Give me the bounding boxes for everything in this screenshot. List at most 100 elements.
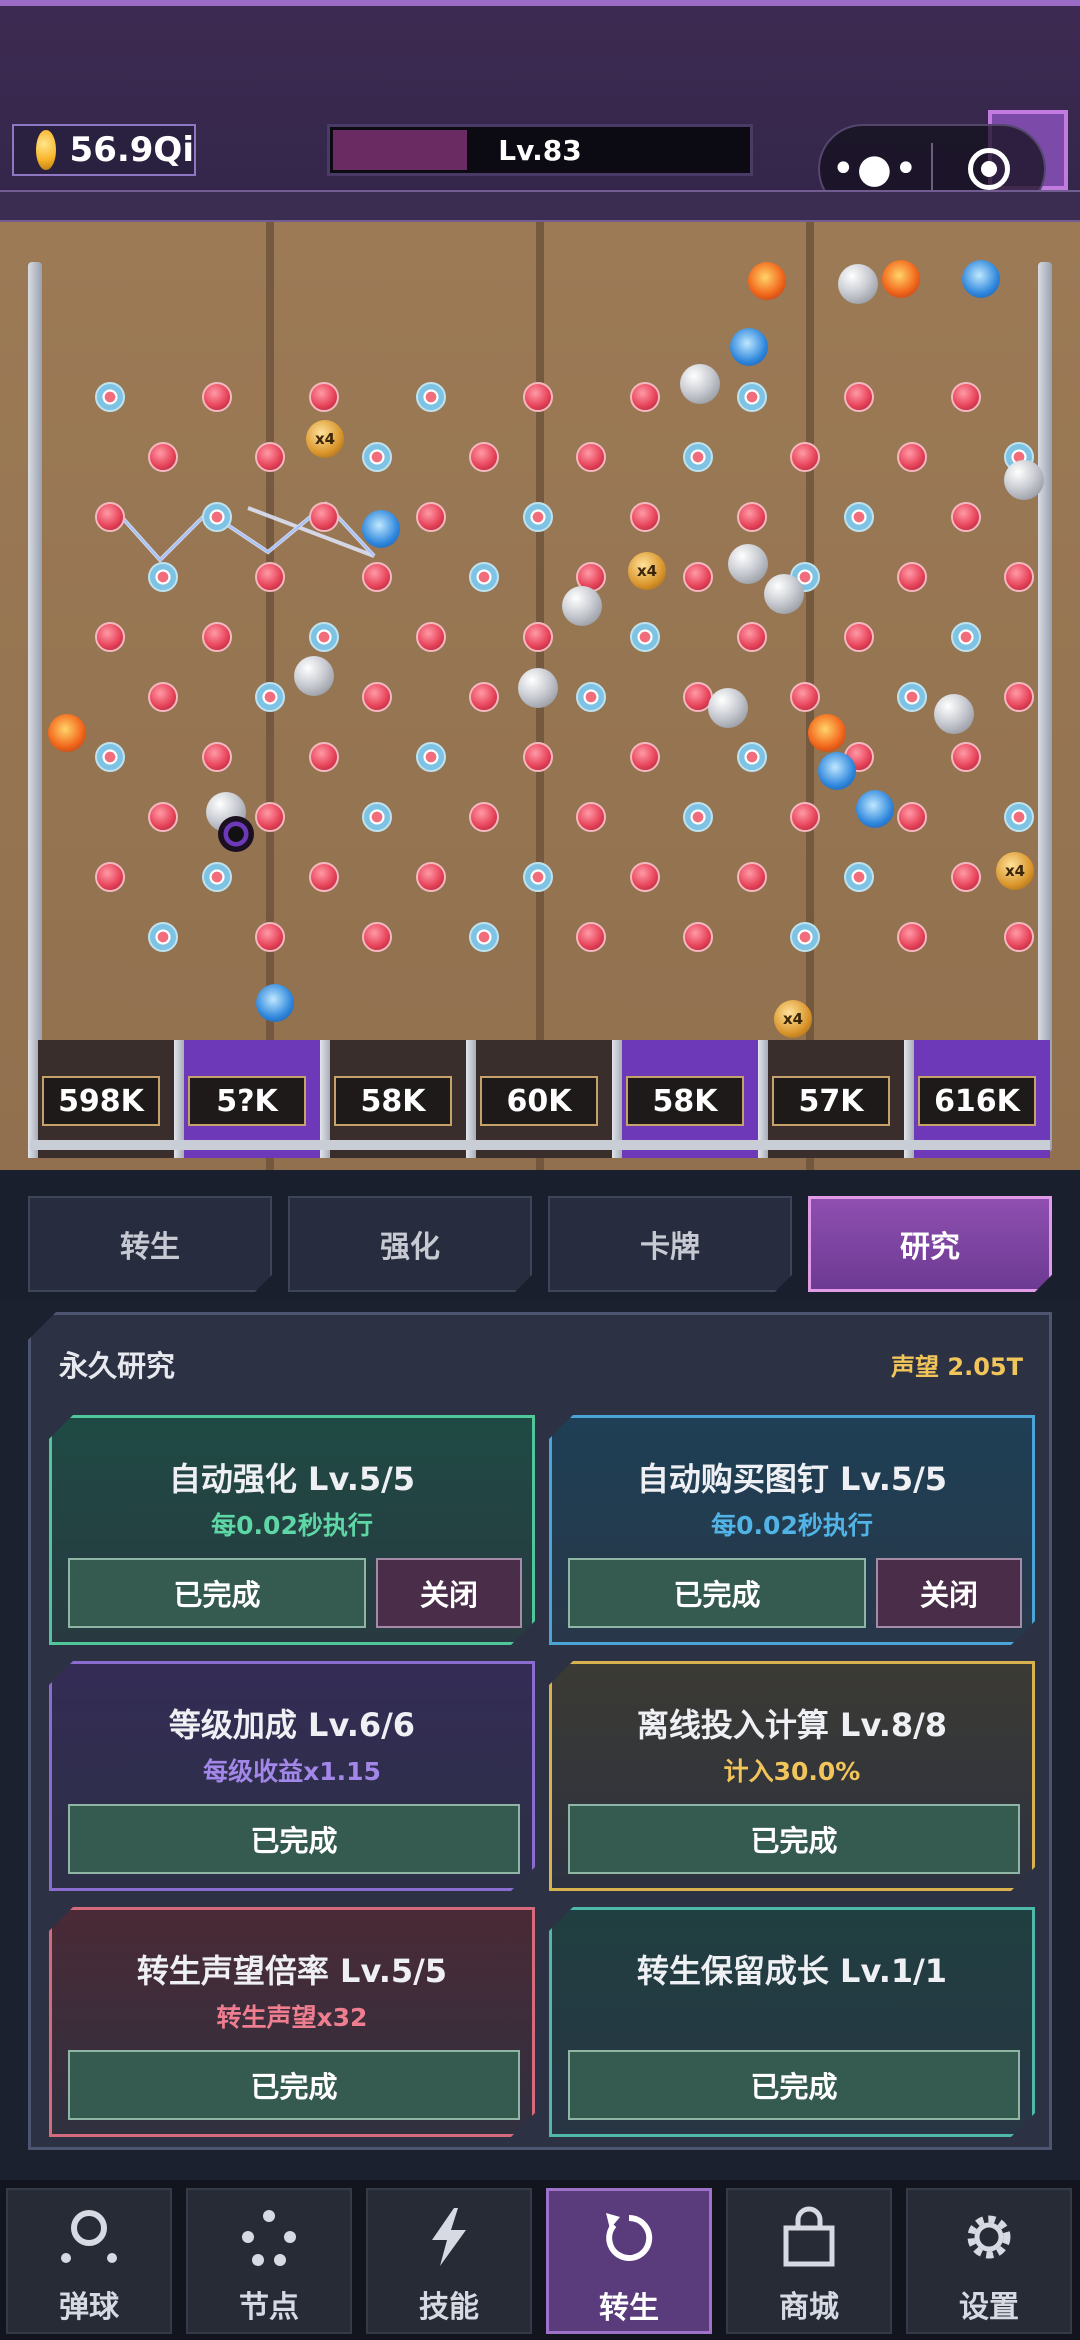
pinball-board[interactable]: x4 x4 x4 x4 598K 5?K 58K 60K 58K 57K 616K <box>0 222 1080 1170</box>
pin-peg <box>790 802 820 832</box>
elec-ball <box>962 260 1000 298</box>
level-label: Lv.83 <box>498 133 582 167</box>
more-menu-icon[interactable]: •●• <box>820 149 931 189</box>
completed-button[interactable]: 已完成 <box>68 1558 366 1628</box>
pin-peg <box>576 922 606 952</box>
pin-peg <box>309 382 339 412</box>
nav-nodes[interactable]: 节点 <box>186 2188 352 2334</box>
board-top-rail <box>0 190 1080 222</box>
level-progress-bar: Lv.83 <box>327 124 753 176</box>
pin-peg <box>148 682 178 712</box>
pin-peg <box>630 742 660 772</box>
completed-button[interactable]: 已完成 <box>568 1558 866 1628</box>
top-bar: 56.9Qi Lv.83 •●• <box>0 0 1080 222</box>
multiplier-ball: x4 <box>996 852 1034 890</box>
pin-peg <box>362 442 392 472</box>
tab-research[interactable]: 研究 <box>808 1196 1052 1292</box>
bin-multiplier-value: 598K <box>42 1076 160 1126</box>
toggle-off-button[interactable]: 关闭 <box>376 1558 522 1628</box>
card-title: 等级加成 Lv.6/6 <box>168 1706 416 1744</box>
toggle-off-button[interactable]: 关闭 <box>876 1558 1022 1628</box>
pin-peg <box>95 382 125 412</box>
nav-label: 技能 <box>419 2290 479 2325</box>
nav-pinball[interactable]: 弹球 <box>6 2188 172 2334</box>
prestige-value: 声望 2.05T <box>891 1353 1023 1381</box>
pin-peg <box>951 862 981 892</box>
research-card-rebirth-keep-growth: 转生保留成长 Lv.1/1 已完成 <box>549 1907 1035 2137</box>
silver-ball <box>518 668 558 708</box>
pin-peg <box>630 862 660 892</box>
pin-peg <box>469 802 499 832</box>
lightning-icon <box>414 2204 484 2270</box>
pin-peg <box>683 562 713 592</box>
pin-peg <box>362 922 392 952</box>
pin-peg <box>523 622 553 652</box>
pin-peg <box>790 442 820 472</box>
pin-peg <box>255 562 285 592</box>
bin-multiplier-value: 5?K <box>188 1076 306 1126</box>
pin-peg <box>737 502 767 532</box>
tab-upgrade[interactable]: 强化 <box>288 1196 532 1292</box>
pin-peg <box>737 622 767 652</box>
pin-peg <box>523 502 553 532</box>
pin-peg <box>202 502 232 532</box>
coin-counter: 56.9Qi <box>12 124 196 176</box>
nav-skills[interactable]: 技能 <box>366 2188 532 2334</box>
multiplier-ball: x4 <box>628 552 666 590</box>
card-title: 转生声望倍率 Lv.5/5 <box>136 1952 448 1990</box>
nav-settings[interactable]: 设置 <box>906 2188 1072 2334</box>
completed-button[interactable]: 已完成 <box>68 2050 520 2120</box>
pin-peg <box>148 802 178 832</box>
tab-bar: 转生 强化 卡牌 研究 <box>0 1170 1080 1300</box>
board-floor <box>30 1140 1050 1150</box>
bin-multiplier-value: 58K <box>626 1076 744 1126</box>
tab-rebirth[interactable]: 转生 <box>28 1196 272 1292</box>
close-miniprogram-icon[interactable] <box>933 148 1044 190</box>
bin-multiplier-value: 616K <box>918 1076 1036 1126</box>
tab-cards[interactable]: 卡牌 <box>548 1196 792 1292</box>
bin-multiplier-value: 60K <box>480 1076 598 1126</box>
pin-peg <box>148 922 178 952</box>
pin-peg <box>255 922 285 952</box>
pin-peg <box>576 802 606 832</box>
nav-rebirth[interactable]: 转生 <box>546 2188 712 2334</box>
pin-peg <box>255 802 285 832</box>
card-title: 转生保留成长 Lv.1/1 <box>636 1952 948 1990</box>
completed-button[interactable]: 已完成 <box>68 1804 520 1874</box>
nav-label: 设置 <box>959 2290 1019 2325</box>
silver-ball <box>934 694 974 734</box>
pin-peg <box>951 742 981 772</box>
elec-ball <box>818 752 856 790</box>
gear-icon <box>954 2204 1024 2270</box>
pin-peg <box>790 682 820 712</box>
pin-peg <box>844 502 874 532</box>
nav-shop[interactable]: 商城 <box>726 2188 892 2334</box>
pin-peg <box>95 622 125 652</box>
pin-peg <box>202 862 232 892</box>
pin-peg <box>95 742 125 772</box>
pin-peg <box>469 922 499 952</box>
pin-peg <box>523 862 553 892</box>
pin-peg <box>309 742 339 772</box>
silver-ball <box>708 688 748 728</box>
completed-button[interactable]: 已完成 <box>568 2050 1020 2120</box>
pin-peg <box>202 622 232 652</box>
card-subtitle: 计入30.0% <box>723 1757 861 1786</box>
pin-peg <box>523 742 553 772</box>
pin-peg <box>683 442 713 472</box>
pin-peg <box>95 502 125 532</box>
pin-peg <box>255 682 285 712</box>
pin-peg <box>202 382 232 412</box>
fire-ball <box>48 714 86 752</box>
pin-peg <box>416 502 446 532</box>
multiplier-ball: x4 <box>306 420 344 458</box>
pin-peg <box>1004 562 1034 592</box>
pin-peg <box>416 742 446 772</box>
pin-peg <box>897 802 927 832</box>
pin-peg <box>362 682 392 712</box>
completed-button[interactable]: 已完成 <box>568 1804 1020 1874</box>
nav-label: 转生 <box>599 2291 659 2326</box>
rebirth-icon <box>594 2205 664 2271</box>
research-panel: 永久研究 声望 2.05T 自动强化 Lv.5/5 每0.02秒执行 已完成 关… <box>28 1312 1052 2150</box>
silver-ball <box>764 574 804 614</box>
